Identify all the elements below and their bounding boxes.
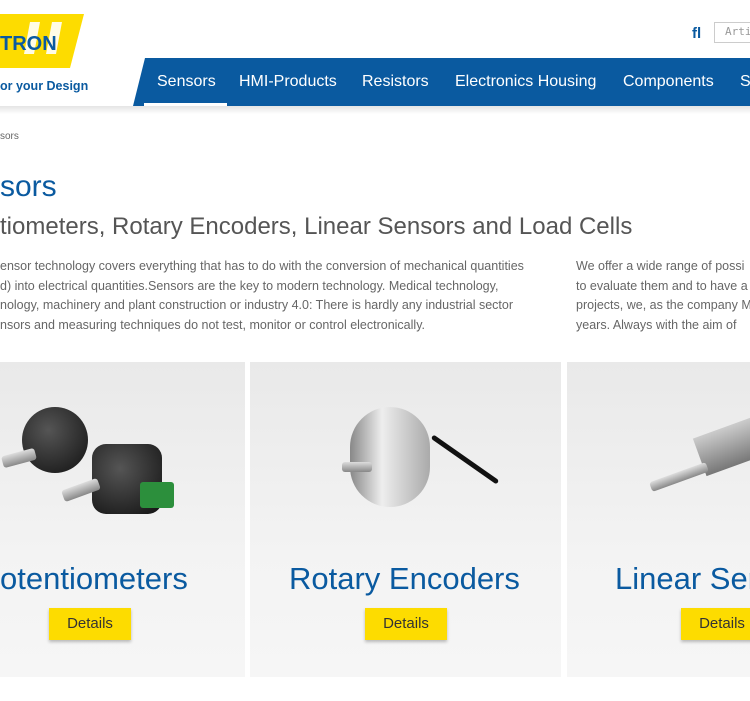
language-flag-icon[interactable]: fl: [692, 25, 701, 42]
card-title[interactable]: otentiometers: [0, 561, 188, 597]
intro-line: projects, we, as the company M: [576, 298, 750, 312]
nav-item-sensors[interactable]: Sensors: [157, 73, 216, 91]
intro-line: years. Always with the aim of: [576, 317, 737, 332]
nav-item-more[interactable]: S: [740, 73, 750, 91]
intro-line: nology, machinery and plant construction…: [0, 298, 513, 312]
nav-item-components[interactable]: Components: [623, 73, 714, 91]
intro-text-right: We offer a wide range of possi to evalua…: [576, 257, 750, 335]
company-logo[interactable]: TRON: [0, 14, 84, 68]
intro-line: nsors and measuring techniques do not te…: [0, 317, 425, 332]
logo-tagline: or your Design: [0, 79, 89, 93]
header-shadow: [0, 106, 750, 114]
details-button[interactable]: Details: [681, 608, 750, 640]
logo-text: TRON: [0, 33, 57, 55]
product-card-linear-sensors[interactable]: Linear Ser Details: [567, 362, 750, 677]
intro-line: d) into electrical quantities.Sensors ar…: [0, 278, 499, 293]
product-card-potentiometers[interactable]: otentiometers Details: [0, 362, 245, 677]
nav-active-indicator: [144, 103, 227, 106]
card-title[interactable]: Rotary Encoders: [289, 561, 520, 597]
nav-item-resistors[interactable]: Resistors: [362, 73, 429, 91]
details-button[interactable]: Details: [365, 608, 447, 640]
main-nav: Sensors HMI-Products Resistors Electroni…: [133, 58, 750, 106]
card-title[interactable]: Linear Ser: [615, 561, 750, 597]
intro-line: ensor technology covers everything that …: [0, 259, 524, 273]
intro-line: We offer a wide range of possi: [576, 259, 745, 273]
details-button[interactable]: Details: [49, 608, 131, 640]
page-title: sors: [0, 170, 57, 203]
nav-item-electronics-housing[interactable]: Electronics Housing: [455, 73, 596, 91]
page-subtitle: tiometers, Rotary Encoders, Linear Senso…: [0, 213, 633, 240]
intro-text-left: ensor technology covers everything that …: [0, 257, 524, 335]
intro-line: to evaluate them and to have a: [576, 278, 748, 293]
product-card-rotary-encoders[interactable]: Rotary Encoders Details: [250, 362, 561, 677]
article-search-input[interactable]: Arti: [714, 22, 750, 43]
nav-item-hmi-products[interactable]: HMI-Products: [239, 73, 337, 91]
breadcrumb-current[interactable]: sors: [0, 131, 19, 142]
